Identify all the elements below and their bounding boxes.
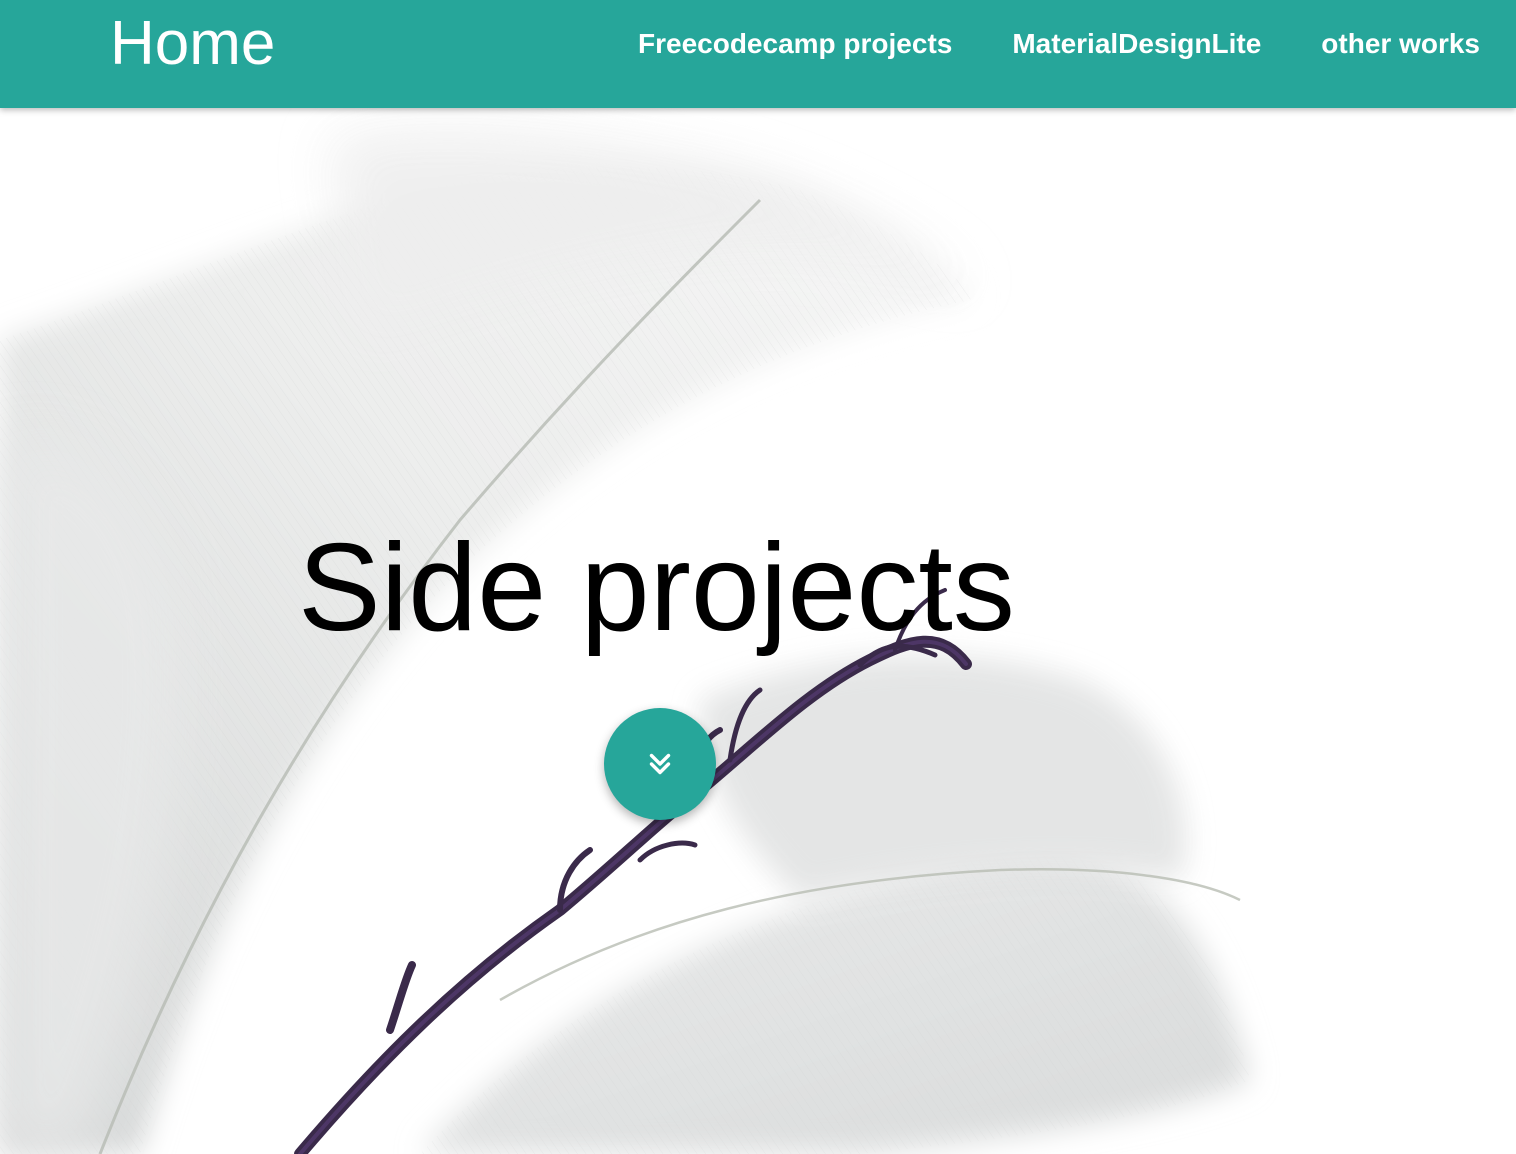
nav-link-freecodecamp-projects[interactable]: Freecodecamp projects xyxy=(638,24,952,64)
home-link[interactable]: Home xyxy=(110,6,275,82)
double-chevron-down-icon xyxy=(649,753,671,775)
nav-link-materialdesignlite[interactable]: MaterialDesignLite xyxy=(1012,24,1261,64)
nav-link-other-works[interactable]: other works xyxy=(1321,24,1480,64)
hero-section: Side projects xyxy=(0,108,1516,1154)
top-app-bar: Home Freecodecamp projects MaterialDesig… xyxy=(0,0,1516,108)
main-nav: Freecodecamp projects MaterialDesignLite… xyxy=(638,24,1480,64)
scroll-down-button[interactable] xyxy=(604,708,716,820)
page-title: Side projects xyxy=(298,519,1015,657)
